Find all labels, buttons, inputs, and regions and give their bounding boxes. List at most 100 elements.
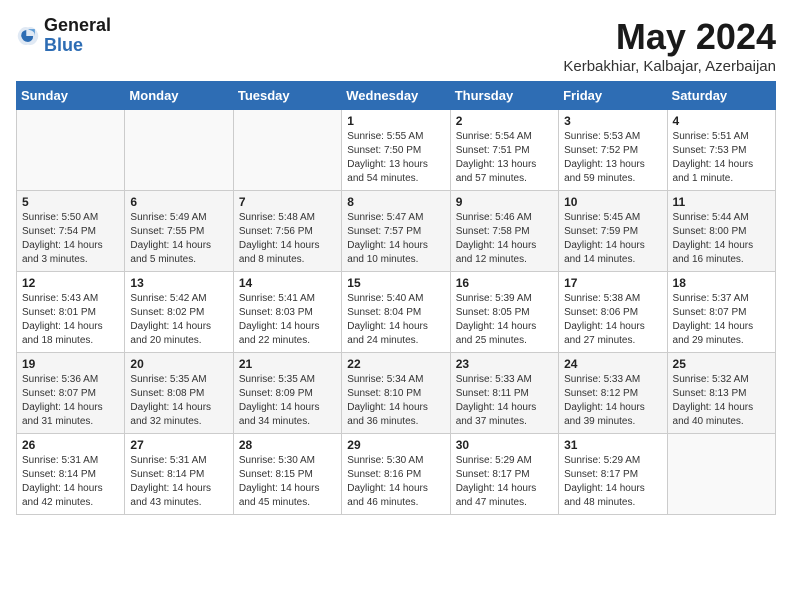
calendar-cell <box>17 110 125 191</box>
header: General Blue May 2024 Kerbakhiar, Kalbaj… <box>16 16 776 75</box>
day-info: Sunrise: 5:34 AM Sunset: 8:10 PM Dayligh… <box>347 373 444 429</box>
logo-icon <box>16 24 40 48</box>
day-number: 18 <box>673 276 770 290</box>
day-info: Sunrise: 5:51 AM Sunset: 7:53 PM Dayligh… <box>673 130 770 186</box>
day-info: Sunrise: 5:29 AM Sunset: 8:17 PM Dayligh… <box>456 454 553 510</box>
day-info: Sunrise: 5:49 AM Sunset: 7:55 PM Dayligh… <box>130 211 227 267</box>
day-info: Sunrise: 5:38 AM Sunset: 8:06 PM Dayligh… <box>564 292 661 348</box>
day-info: Sunrise: 5:41 AM Sunset: 8:03 PM Dayligh… <box>239 292 336 348</box>
col-sunday: Sunday <box>17 82 125 110</box>
calendar-cell: 9 Sunrise: 5:46 AM Sunset: 7:58 PM Daylig… <box>450 191 558 272</box>
day-number: 3 <box>564 114 661 128</box>
calendar-body: 1Sunrise: 5:55 AM Sunset: 7:50 PM Daylig… <box>17 110 776 515</box>
page: General Blue May 2024 Kerbakhiar, Kalbaj… <box>0 0 792 525</box>
calendar-cell: 4 Sunrise: 5:51 AM Sunset: 7:53 PM Daylig… <box>667 110 775 191</box>
logo-text: General Blue <box>44 16 111 56</box>
day-number: 17 <box>564 276 661 290</box>
calendar-cell: 15 Sunrise: 5:40 AM Sunset: 8:04 PM Dayli… <box>342 272 450 353</box>
day-info: Sunrise: 5:33 AM Sunset: 8:12 PM Dayligh… <box>564 373 661 429</box>
day-number: 24 <box>564 357 661 371</box>
calendar-cell: 3 Sunrise: 5:53 AM Sunset: 7:52 PM Daylig… <box>559 110 667 191</box>
day-number: 26 <box>22 438 119 452</box>
day-info: Sunrise: 5:53 AM Sunset: 7:52 PM Dayligh… <box>564 130 661 186</box>
logo-blue: Blue <box>44 35 83 55</box>
col-tuesday: Tuesday <box>233 82 341 110</box>
week-row-3: 12 Sunrise: 5:43 AM Sunset: 8:01 PM Dayli… <box>17 272 776 353</box>
day-info: Sunrise: 5:30 AM Sunset: 8:16 PM Dayligh… <box>347 454 444 510</box>
col-monday: Monday <box>125 82 233 110</box>
day-info: Sunrise: 5:36 AM Sunset: 8:07 PM Dayligh… <box>22 373 119 429</box>
day-number: 22 <box>347 357 444 371</box>
calendar-cell: 31 Sunrise: 5:29 AM Sunset: 8:17 PM Dayli… <box>559 434 667 515</box>
day-number: 12 <box>22 276 119 290</box>
day-info: Sunrise: 5:46 AM Sunset: 7:58 PM Dayligh… <box>456 211 553 267</box>
calendar-cell: 16 Sunrise: 5:39 AM Sunset: 8:05 PM Dayli… <box>450 272 558 353</box>
title-block: May 2024 Kerbakhiar, Kalbajar, Azerbaija… <box>563 16 776 75</box>
calendar-cell: 17 Sunrise: 5:38 AM Sunset: 8:06 PM Dayli… <box>559 272 667 353</box>
day-number: 10 <box>564 195 661 209</box>
col-wednesday: Wednesday <box>342 82 450 110</box>
day-number: 16 <box>456 276 553 290</box>
day-number: 19 <box>22 357 119 371</box>
day-info: Sunrise: 5:43 AM Sunset: 8:01 PM Dayligh… <box>22 292 119 348</box>
day-number: 23 <box>456 357 553 371</box>
calendar-cell: 27 Sunrise: 5:31 AM Sunset: 8:14 PM Dayli… <box>125 434 233 515</box>
calendar-cell: 18Sunrise: 5:37 AM Sunset: 8:07 PM Dayli… <box>667 272 775 353</box>
calendar-header: Sunday Monday Tuesday Wednesday Thursday… <box>17 82 776 110</box>
day-number: 6 <box>130 195 227 209</box>
day-info: Sunrise: 5:31 AM Sunset: 8:14 PM Dayligh… <box>130 454 227 510</box>
logo-general: General <box>44 15 111 35</box>
day-number: 15 <box>347 276 444 290</box>
day-number: 5 <box>22 195 119 209</box>
day-number: 28 <box>239 438 336 452</box>
day-info: Sunrise: 5:31 AM Sunset: 8:14 PM Dayligh… <box>22 454 119 510</box>
day-number: 4 <box>673 114 770 128</box>
week-row-2: 5 Sunrise: 5:50 AM Sunset: 7:54 PM Daylig… <box>17 191 776 272</box>
col-thursday: Thursday <box>450 82 558 110</box>
calendar-cell: 7Sunrise: 5:48 AM Sunset: 7:56 PM Daylig… <box>233 191 341 272</box>
day-info: Sunrise: 5:39 AM Sunset: 8:05 PM Dayligh… <box>456 292 553 348</box>
day-info: Sunrise: 5:29 AM Sunset: 8:17 PM Dayligh… <box>564 454 661 510</box>
day-info: Sunrise: 5:33 AM Sunset: 8:11 PM Dayligh… <box>456 373 553 429</box>
day-number: 7 <box>239 195 336 209</box>
day-info: Sunrise: 5:55 AM Sunset: 7:50 PM Dayligh… <box>347 130 444 186</box>
calendar-cell: 2Sunrise: 5:54 AM Sunset: 7:51 PM Daylig… <box>450 110 558 191</box>
day-info: Sunrise: 5:40 AM Sunset: 8:04 PM Dayligh… <box>347 292 444 348</box>
calendar-cell: 8Sunrise: 5:47 AM Sunset: 7:57 PM Daylig… <box>342 191 450 272</box>
calendar-table: Sunday Monday Tuesday Wednesday Thursday… <box>16 81 776 515</box>
col-friday: Friday <box>559 82 667 110</box>
calendar-cell <box>125 110 233 191</box>
calendar-cell: 11 Sunrise: 5:44 AM Sunset: 8:00 PM Dayli… <box>667 191 775 272</box>
day-number: 13 <box>130 276 227 290</box>
week-row-4: 19 Sunrise: 5:36 AM Sunset: 8:07 PM Dayli… <box>17 353 776 434</box>
day-number: 31 <box>564 438 661 452</box>
day-number: 8 <box>347 195 444 209</box>
calendar-cell <box>667 434 775 515</box>
calendar-cell: 5 Sunrise: 5:50 AM Sunset: 7:54 PM Daylig… <box>17 191 125 272</box>
day-number: 9 <box>456 195 553 209</box>
day-number: 29 <box>347 438 444 452</box>
calendar-cell: 24 Sunrise: 5:33 AM Sunset: 8:12 PM Dayli… <box>559 353 667 434</box>
calendar-cell: 13 Sunrise: 5:42 AM Sunset: 8:02 PM Dayli… <box>125 272 233 353</box>
day-number: 30 <box>456 438 553 452</box>
calendar-cell: 21Sunrise: 5:35 AM Sunset: 8:09 PM Dayli… <box>233 353 341 434</box>
calendar-cell: 25Sunrise: 5:32 AM Sunset: 8:13 PM Dayli… <box>667 353 775 434</box>
day-info: Sunrise: 5:45 AM Sunset: 7:59 PM Dayligh… <box>564 211 661 267</box>
day-number: 27 <box>130 438 227 452</box>
day-info: Sunrise: 5:44 AM Sunset: 8:00 PM Dayligh… <box>673 211 770 267</box>
calendar-cell: 10 Sunrise: 5:45 AM Sunset: 7:59 PM Dayli… <box>559 191 667 272</box>
calendar-cell: 12 Sunrise: 5:43 AM Sunset: 8:01 PM Dayli… <box>17 272 125 353</box>
day-info: Sunrise: 5:50 AM Sunset: 7:54 PM Dayligh… <box>22 211 119 267</box>
day-number: 21 <box>239 357 336 371</box>
header-row: Sunday Monday Tuesday Wednesday Thursday… <box>17 82 776 110</box>
day-info: Sunrise: 5:32 AM Sunset: 8:13 PM Dayligh… <box>673 373 770 429</box>
day-number: 11 <box>673 195 770 209</box>
logo: General Blue <box>16 16 111 56</box>
calendar-cell: 23 Sunrise: 5:33 AM Sunset: 8:11 PM Dayli… <box>450 353 558 434</box>
calendar-cell: 6 Sunrise: 5:49 AM Sunset: 7:55 PM Daylig… <box>125 191 233 272</box>
day-info: Sunrise: 5:42 AM Sunset: 8:02 PM Dayligh… <box>130 292 227 348</box>
calendar-cell: 1Sunrise: 5:55 AM Sunset: 7:50 PM Daylig… <box>342 110 450 191</box>
day-number: 14 <box>239 276 336 290</box>
day-number: 20 <box>130 357 227 371</box>
main-title: May 2024 <box>563 16 776 58</box>
